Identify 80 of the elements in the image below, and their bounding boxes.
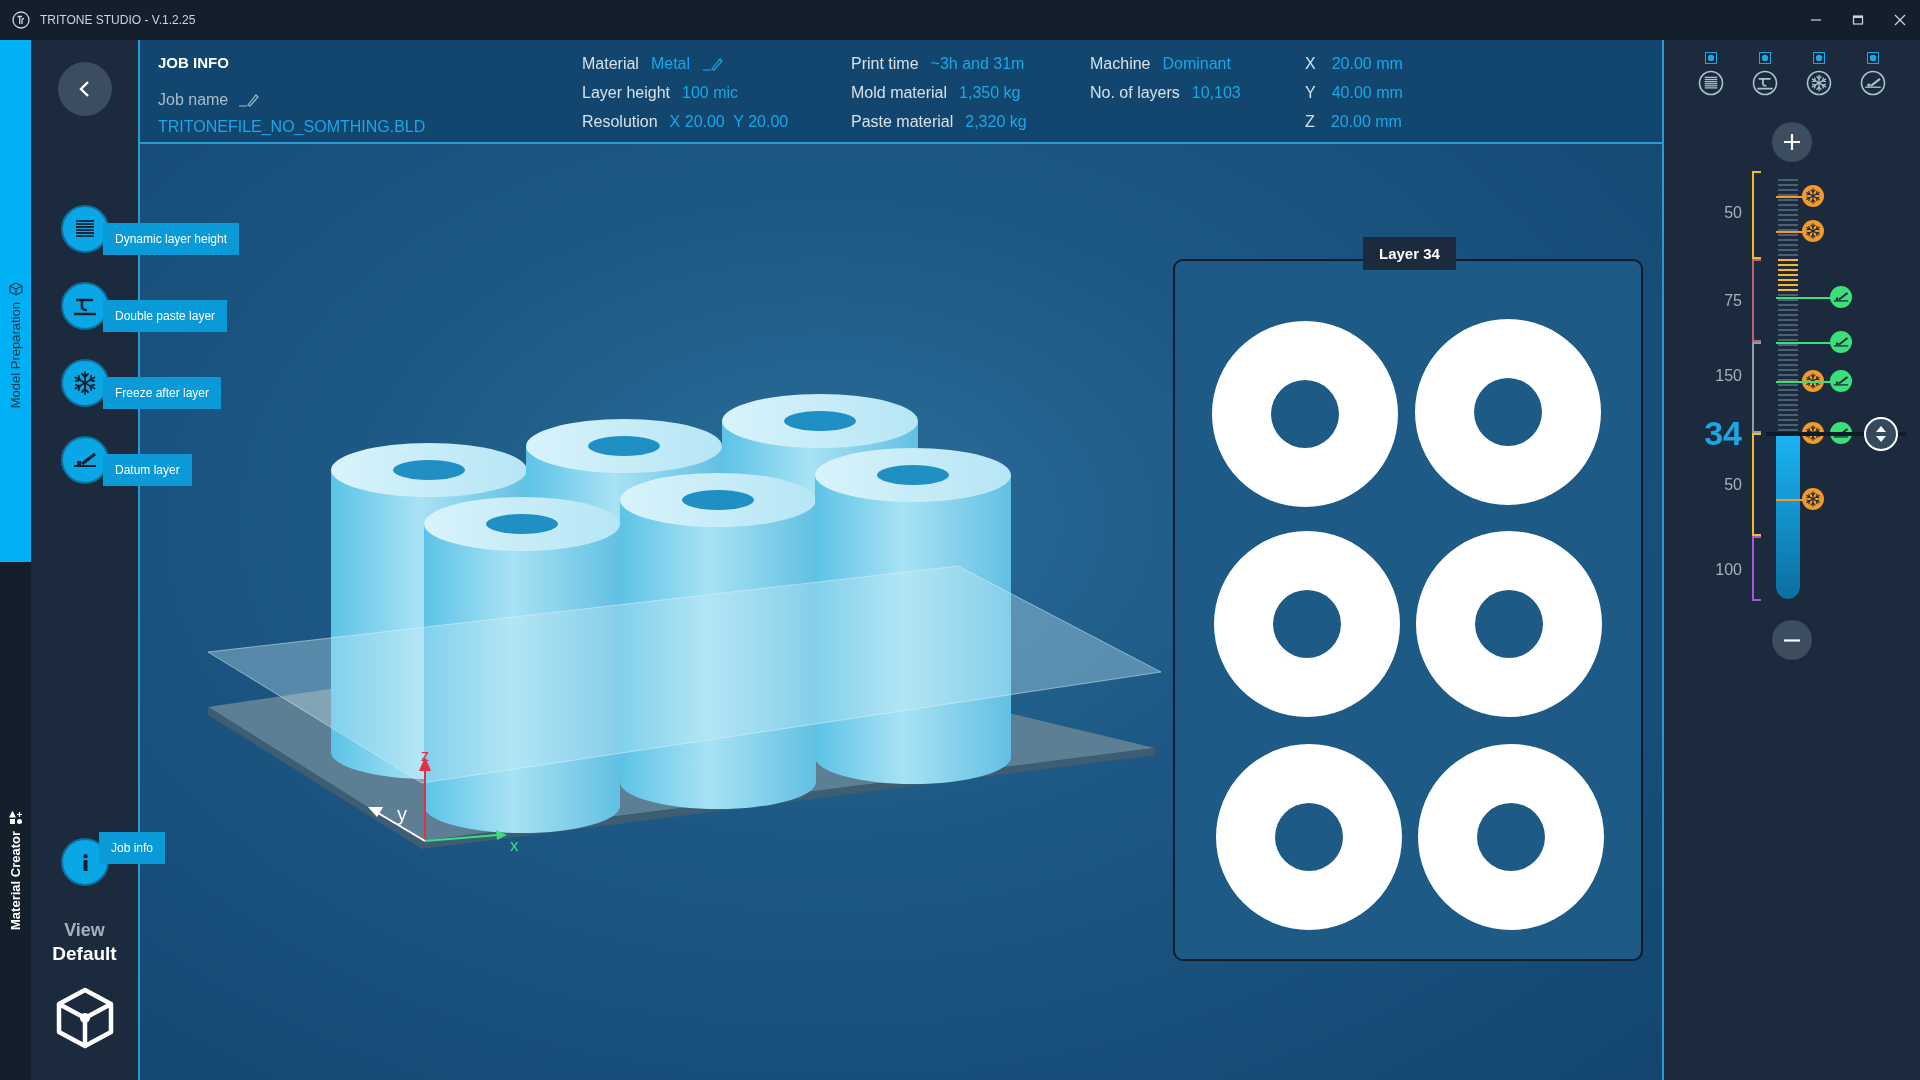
checkbox[interactable] — [1867, 52, 1879, 64]
view-value: Default — [52, 943, 117, 965]
tool-tooltip: Job info — [99, 832, 166, 864]
field-value: 100 mic — [682, 83, 739, 102]
info-icon — [82, 853, 88, 871]
edit-icon[interactable] — [238, 93, 261, 107]
tool-button[interactable] — [61, 436, 109, 484]
field-value: 20.00 mm — [1331, 54, 1403, 73]
tool-tooltip: Dynamic layer height — [103, 223, 240, 255]
field-value: 40.00 mm — [1331, 83, 1403, 102]
app-logo-icon — [12, 11, 30, 29]
layer-title: Layer 34 — [1363, 237, 1456, 270]
datum-layer-icon[interactable] — [1860, 70, 1886, 96]
field-label: Mold material — [851, 83, 948, 102]
window-title: TRITONE STUDIO - V.1.2.25 — [40, 13, 196, 27]
field-label: Paste material — [851, 112, 954, 131]
field-value: 20.00 mm — [1330, 112, 1402, 131]
field-label: Machine — [1090, 54, 1151, 73]
tool-tooltip: Datum layer — [103, 454, 192, 486]
field-value: ~3h and 31m — [930, 54, 1025, 73]
tool-tooltip: Double paste layer — [103, 300, 228, 332]
view-label: View — [64, 920, 105, 941]
edit-icon[interactable] — [702, 56, 725, 71]
snowflake-marker-icon[interactable] — [1802, 488, 1824, 510]
y-axis-arrow — [368, 807, 426, 842]
scale-label: 50 — [1724, 476, 1742, 494]
section-title: JOB INFO — [158, 53, 230, 73]
close-icon — [1894, 14, 1906, 26]
up-down-arrows-icon — [1874, 425, 1888, 443]
tool-button[interactable] — [61, 359, 109, 407]
layers-layer-icon[interactable] — [1698, 70, 1724, 96]
checkbox[interactable] — [1813, 52, 1825, 64]
scale-label: 150 — [1715, 367, 1742, 385]
axis-label: x — [510, 836, 519, 855]
slider-handle[interactable] — [1864, 417, 1898, 451]
field-label: X — [1305, 54, 1316, 73]
field-value: 10,103 — [1191, 83, 1241, 102]
maximize-icon — [1852, 14, 1864, 26]
cube-icon — [54, 987, 115, 1049]
datum-marker-icon[interactable] — [1830, 370, 1852, 392]
field-value: 2,320 kg — [965, 112, 1027, 131]
scale-label: 50 — [1724, 204, 1742, 222]
field-label: Resolution — [582, 112, 658, 131]
layer-slider-track[interactable] — [1776, 176, 1800, 599]
field-label: Job name — [158, 91, 229, 109]
tool-button[interactable] — [61, 282, 109, 330]
field-value: TRITONEFILE_NO_SOMTHING.BLD — [158, 118, 427, 136]
field-label: Material — [582, 54, 639, 73]
field-label: Z — [1305, 112, 1315, 131]
checkbox[interactable] — [1759, 52, 1771, 64]
back-button[interactable] — [57, 62, 112, 116]
field-value: 1,350 kg — [959, 83, 1021, 102]
field-value: Dominant — [1162, 54, 1231, 73]
checkbox[interactable] — [1705, 52, 1717, 64]
field-value: Metal — [650, 54, 691, 73]
freeze-layer-icon[interactable] — [1806, 70, 1832, 96]
chevron-left-icon — [77, 79, 92, 99]
current-layer-number: 34 — [1704, 413, 1742, 453]
minus-icon — [1783, 638, 1801, 642]
plus-icon — [1783, 133, 1801, 151]
datum-marker-icon[interactable] — [1830, 331, 1852, 353]
zoom-out-button[interactable] — [1772, 620, 1812, 660]
paste-layer-icon[interactable] — [1752, 70, 1778, 96]
field-label: Layer height — [582, 83, 671, 102]
field-label: No. of layers — [1090, 83, 1180, 102]
scale-label: 100 — [1715, 561, 1742, 579]
tool-tooltip: Freeze after layer — [103, 377, 222, 409]
field-label: Y — [1305, 83, 1316, 102]
snowflake-marker-icon[interactable] — [1802, 220, 1824, 242]
nav-tab[interactable]: Model Preparation — [0, 40, 31, 562]
snowflake-marker-icon[interactable] — [1802, 185, 1824, 207]
zoom-in-button[interactable] — [1772, 122, 1812, 162]
cube-icon — [8, 281, 23, 296]
field-label: Print time — [851, 54, 919, 73]
axis-label: y — [397, 803, 407, 825]
scale-label: 75 — [1724, 292, 1742, 310]
field-value: X 20.00 Y 20.00 — [669, 112, 789, 131]
shapes-icon — [8, 811, 23, 825]
datum-marker-icon[interactable] — [1830, 286, 1852, 308]
tool-button[interactable] — [61, 205, 109, 253]
